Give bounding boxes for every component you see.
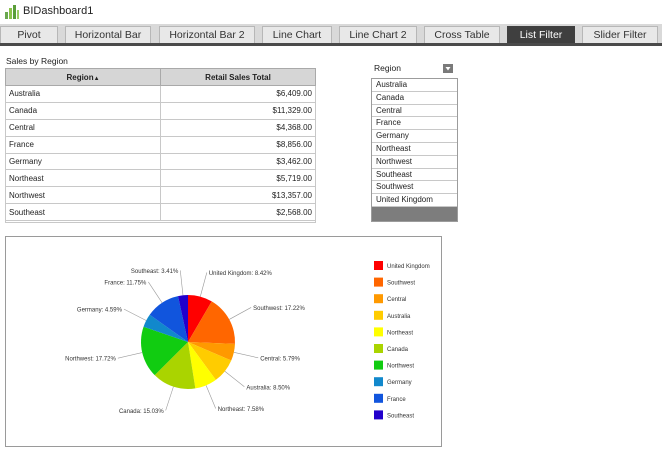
- sales-cell: $4,368.00: [160, 118, 316, 137]
- column-header-region-label: Region: [66, 72, 94, 82]
- pie-chart: United Kingdom: 8.42% Southwest: 17.22% Ce…: [65, 261, 430, 420]
- leader-line-southeast: [180, 270, 184, 296]
- filter-list-footer: [372, 206, 457, 221]
- leader-line-central: [233, 352, 259, 359]
- tab-list-filter[interactable]: List Filter: [507, 26, 575, 43]
- filter-item-france[interactable]: France: [372, 117, 457, 131]
- table-row[interactable]: France $8,856.00: [5, 135, 316, 154]
- legend-swatch-central: [374, 294, 383, 304]
- table-row[interactable]: Northwest $13,357.00: [5, 186, 316, 205]
- legend-swatch-southwest: [374, 277, 383, 287]
- data-label-northeast: Northeast: 7.58%: [218, 407, 265, 413]
- legend-swatch-australia: [374, 310, 383, 320]
- legend-swatch-united-kingdom: [374, 261, 383, 270]
- filter-item-northwest[interactable]: Northwest: [372, 156, 457, 169]
- sales-cell: $3,462.00: [160, 152, 316, 171]
- filter-item-southwest[interactable]: Southwest: [372, 181, 457, 195]
- table-row[interactable]: Australia $6,409.00: [5, 85, 316, 103]
- sales-cell: $8,856.00: [160, 135, 316, 154]
- leader-line-australia: [224, 370, 245, 387]
- tab-horizontal-bar[interactable]: Horizontal Bar: [65, 26, 151, 43]
- legend-label-germany: Germany: [387, 380, 412, 386]
- tab-line-chart-2[interactable]: Line Chart 2: [339, 26, 417, 43]
- data-label-southwest: Southwest: 17.22%: [253, 306, 305, 312]
- tab-horizontal-bar-2[interactable]: Horizontal Bar 2: [159, 26, 255, 43]
- data-label-canada: Canada: 15.03%: [119, 409, 164, 415]
- legend-swatch-southeast: [374, 410, 383, 420]
- sales-cell: $5,719.00: [160, 169, 316, 188]
- legend-label-central: Central: [387, 297, 406, 303]
- legend-swatch-germany: [374, 377, 383, 387]
- tab-slider-filter[interactable]: Slider Filter: [582, 26, 658, 43]
- table-row[interactable]: Canada $11,329.00: [5, 101, 316, 120]
- region-filter-list: Australia Canada Central France Germany …: [371, 78, 458, 222]
- sales-table: Region▲ Retail Sales Total Australia $6,4…: [5, 68, 316, 222]
- data-label-southeast: Southeast: 3.41%: [131, 269, 179, 275]
- legend-label-united-kingdom: United Kingdom: [387, 264, 430, 270]
- filter-item-united-kingdom[interactable]: United Kingdom: [372, 194, 457, 207]
- leader-line-canada: [165, 386, 174, 411]
- leader-line-northeast: [205, 385, 216, 409]
- legend-label-southeast: Southeast: [387, 413, 414, 419]
- region-cell: Northeast: [5, 169, 161, 188]
- data-label-northwest: Northwest: 17.72%: [65, 357, 116, 363]
- region-filter-title: Region: [374, 63, 401, 73]
- region-cell: Central: [5, 118, 161, 137]
- region-cell: Canada: [5, 101, 161, 120]
- tab-pivot[interactable]: Pivot: [0, 26, 58, 43]
- legend-swatch-northeast: [374, 327, 383, 337]
- table-row[interactable]: Northeast $5,719.00: [5, 169, 316, 188]
- filter-item-canada[interactable]: Canada: [372, 92, 457, 105]
- legend-swatch-canada: [374, 344, 383, 353]
- tab-bar: Pivot Horizontal Bar Horizontal Bar 2 Li…: [0, 24, 662, 46]
- data-label-france: France: 11.75%: [104, 280, 147, 286]
- legend-label-northwest: Northwest: [387, 364, 414, 370]
- filter-item-australia[interactable]: Australia: [372, 79, 457, 92]
- filter-item-central[interactable]: Central: [372, 105, 457, 118]
- region-cell: Australia: [5, 85, 161, 103]
- legend-label-northeast: Northeast: [387, 330, 413, 336]
- leader-line-germany: [123, 308, 147, 321]
- data-label-germany: Germany: 4.59%: [77, 308, 123, 314]
- chevron-down-icon: [445, 67, 451, 71]
- sort-ascending-icon: ▲: [93, 75, 100, 82]
- sales-cell: $6,409.00: [160, 85, 316, 103]
- sales-table-title: Sales by Region: [6, 56, 68, 66]
- leader-line-southwest: [229, 307, 252, 320]
- legend-label-france: France: [387, 397, 406, 403]
- legend-label-southwest: Southwest: [387, 281, 415, 287]
- leader-line-france: [148, 281, 163, 303]
- app-logo-icon: [5, 5, 19, 19]
- table-row[interactable]: Germany $3,462.00: [5, 152, 316, 171]
- column-header-retail-sales-total[interactable]: Retail Sales Total: [160, 68, 316, 86]
- title-bar: BIDashboard1: [0, 0, 662, 24]
- leader-line-united-kingdom: [199, 272, 208, 297]
- table-row[interactable]: Central $4,368.00: [5, 118, 316, 137]
- sales-cell: $13,357.00: [160, 186, 316, 205]
- data-label-central: Central: 5.79%: [260, 356, 300, 362]
- legend-label-canada: Canada: [387, 347, 409, 353]
- filter-item-southeast[interactable]: Southeast: [372, 169, 457, 182]
- sales-cell: $11,329.00: [160, 101, 316, 120]
- column-header-region[interactable]: Region▲: [5, 68, 161, 86]
- region-cell: France: [5, 135, 161, 154]
- app-title: BIDashboard1: [23, 5, 94, 17]
- legend-label-australia: Australia: [387, 314, 411, 320]
- data-label-australia: Australia: 8.50%: [246, 385, 290, 391]
- tab-line-chart[interactable]: Line Chart: [262, 26, 332, 43]
- tab-cross-table[interactable]: Cross Table: [424, 26, 500, 43]
- filter-dropdown-button[interactable]: [443, 64, 453, 73]
- table-scroll-edge: [5, 219, 316, 223]
- table-header-row: Region▲ Retail Sales Total: [5, 68, 316, 86]
- filter-item-northeast[interactable]: Northeast: [372, 143, 457, 156]
- pie-chart-panel: United Kingdom: 8.42% Southwest: 17.22% Ce…: [5, 236, 442, 447]
- filter-item-germany[interactable]: Germany: [372, 130, 457, 143]
- leader-line-northwest: [117, 352, 143, 359]
- region-cell: Germany: [5, 152, 161, 171]
- legend-swatch-france: [374, 393, 383, 403]
- data-label-united-kingdom: United Kingdom: 8.42%: [209, 271, 273, 277]
- legend-swatch-northwest: [374, 360, 383, 370]
- region-cell: Northwest: [5, 186, 161, 205]
